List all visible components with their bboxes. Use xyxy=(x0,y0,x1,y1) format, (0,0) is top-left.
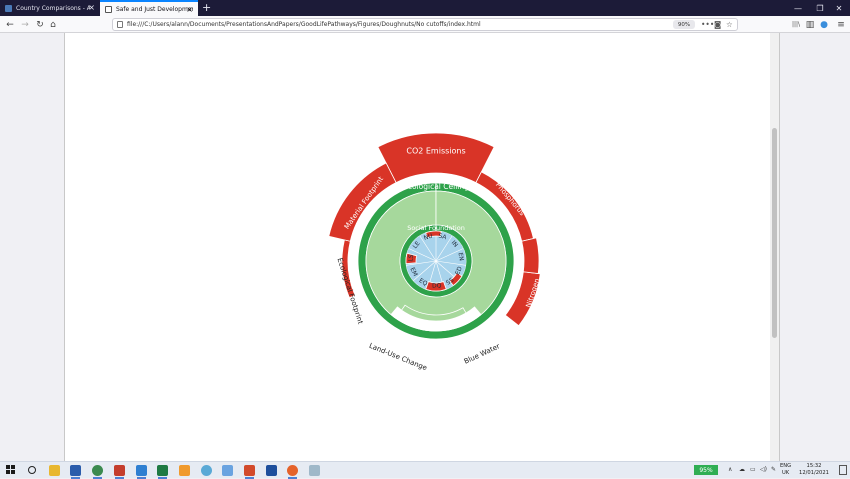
url-bar[interactable]: file:///C:/Users/alann/Documents/Present… xyxy=(112,18,738,31)
chrome-icon[interactable] xyxy=(92,465,103,479)
library-icon[interactable]: |||\ xyxy=(789,18,803,31)
network-icon[interactable]: ▭ xyxy=(750,465,756,475)
paint-icon[interactable] xyxy=(309,465,320,476)
doughnut-chart: CO2 EmissionsPhosphorusNitrogenBlue Wate… xyxy=(328,132,541,373)
pen-icon[interactable]: ✎ xyxy=(771,465,776,475)
zoom-level-button[interactable]: 90% xyxy=(673,20,695,29)
cloud-icon[interactable]: ☁ xyxy=(739,465,745,475)
close-tab-icon[interactable]: × xyxy=(88,3,95,13)
powerpoint-icon[interactable] xyxy=(244,465,255,479)
word-icon[interactable] xyxy=(70,465,81,479)
system-clock[interactable]: 15:32 12/01/2021 xyxy=(797,463,831,477)
close-tab-icon[interactable]: × xyxy=(186,5,193,15)
tab-title: Country Comparisons - A Good xyxy=(16,4,90,12)
start-button[interactable] xyxy=(6,465,16,475)
label-social-foundation: Social Foundation xyxy=(407,224,465,232)
forward-button[interactable]: → xyxy=(18,18,32,31)
tab-country-comparisons[interactable]: Country Comparisons - A Good × xyxy=(0,0,100,16)
vertical-scrollbar[interactable] xyxy=(770,33,779,461)
windows-taskbar: 95% ∧ ☁ ▭ ◁) ✎ ENG UK 15:32 12/01/2021 xyxy=(0,461,850,479)
language-code: ENG xyxy=(780,463,792,469)
url-text[interactable]: file:///C:/Users/alann/Documents/Present… xyxy=(127,20,481,30)
inner-label-en: EN xyxy=(456,252,464,261)
chevron-up-icon[interactable]: ∧ xyxy=(728,465,732,475)
vscode-icon[interactable] xyxy=(136,465,147,479)
label-co2-emissions: CO2 Emissions xyxy=(406,147,465,156)
file-explorer-icon[interactable] xyxy=(49,465,60,476)
excel-icon[interactable] xyxy=(157,465,168,479)
file-icon xyxy=(117,21,123,28)
label-blue-water: Blue Water xyxy=(463,342,501,366)
keyboard-region: UK xyxy=(781,470,790,476)
reload-button[interactable]: ↻ xyxy=(33,18,47,31)
page-favicon-icon xyxy=(5,4,12,12)
page-favicon-icon xyxy=(105,5,112,13)
navigation-bar: ← → ↻ ⌂ file:///C:/Users/alann/Documents… xyxy=(0,16,850,33)
inner-label-ls: LS xyxy=(407,254,415,262)
label-land-use-change: Land-Use Change xyxy=(368,342,428,373)
close-window-button[interactable]: ✕ xyxy=(828,0,850,16)
firefox-nightly-icon[interactable] xyxy=(201,465,212,476)
tab-title: Safe and Just Development Space xyxy=(115,5,193,13)
co2-overshoot-wedge xyxy=(377,132,495,184)
battery-indicator[interactable]: 95% xyxy=(694,465,718,475)
sublime-icon[interactable] xyxy=(179,465,190,476)
account-icon[interactable]: ● xyxy=(817,18,831,31)
new-tab-button[interactable]: + xyxy=(202,1,211,14)
inner-label-dq: DQ xyxy=(432,282,442,289)
firefox-icon[interactable] xyxy=(287,465,298,479)
pocket-icon[interactable]: ◙ xyxy=(714,19,721,30)
mail-icon[interactable] xyxy=(222,465,233,476)
volume-icon[interactable]: ◁) xyxy=(760,465,767,475)
sidebar-icon[interactable]: ▥ xyxy=(803,18,817,31)
nitrogen-upper-wedge xyxy=(521,237,540,274)
input-language[interactable]: ENG UK xyxy=(780,463,791,477)
scrollbar-thumb[interactable] xyxy=(772,128,777,338)
acrobat-icon[interactable] xyxy=(114,465,125,479)
minimize-button[interactable]: — xyxy=(787,0,809,16)
back-button[interactable]: ← xyxy=(3,18,17,31)
search-icon[interactable] xyxy=(28,466,36,474)
clock-time: 15:32 xyxy=(806,463,822,469)
clock-date: 12/01/2021 xyxy=(799,470,829,476)
notifications-icon[interactable] xyxy=(839,465,847,475)
bookmark-star-icon[interactable]: ☆ xyxy=(726,19,733,30)
browser-content: CO2 Emissions Phosphorus Nitrogen Blue Wate… xyxy=(0,33,850,461)
home-button[interactable]: ⌂ xyxy=(46,18,60,31)
page: CO2 Emissions Phosphorus Nitrogen Blue Wate… xyxy=(64,33,780,461)
tab-strip: Country Comparisons - A Good × Safe and … xyxy=(0,0,850,16)
label-ecological-ceiling: Ecological Ceiling xyxy=(403,182,469,191)
azure-icon[interactable] xyxy=(266,465,277,476)
page-actions-icon[interactable]: ••• xyxy=(701,19,714,30)
tab-safe-and-just[interactable]: Safe and Just Development Space × xyxy=(100,0,198,16)
menu-icon[interactable]: ≡ xyxy=(834,18,848,31)
